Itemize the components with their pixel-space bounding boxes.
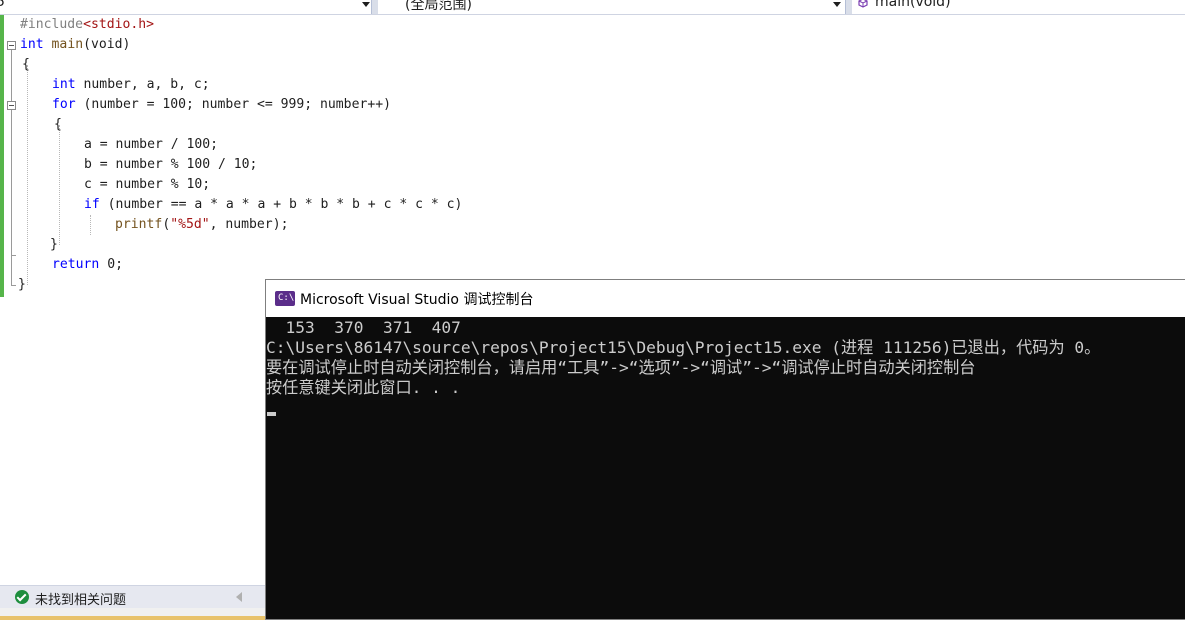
- function-name: main: [51, 37, 84, 52]
- console-line: 153 370 371 407: [266, 318, 461, 337]
- code-line-2: int main(void): [20, 35, 130, 55]
- editor-status-bar: 未找到相关问题: [0, 585, 265, 608]
- code-line-14: }: [18, 275, 26, 295]
- console-cursor: [267, 412, 276, 416]
- preprocessor-directive: #include: [20, 17, 84, 32]
- code-text: number, a, b, c;: [75, 77, 210, 92]
- chevron-down-icon: [833, 2, 841, 7]
- code-line-11: printf("%5d", number);: [115, 215, 288, 235]
- member-dropdown-label: main(void): [875, 0, 951, 10]
- code-text: (number = 100; number <= 999; number++): [75, 97, 391, 112]
- console-line: 要在调试停止时自动关闭控制台，请启用“工具”->“选项”->“调试”->“调试停…: [266, 358, 976, 377]
- console-title: Microsoft Visual Studio 调试控制台: [300, 292, 534, 308]
- code-text: (number == a * a * a + b * b * b + c * c…: [99, 197, 463, 212]
- indent-guide: [27, 65, 28, 285]
- header-name: <stdio.h>: [83, 17, 155, 32]
- indent-guide: [59, 125, 60, 245]
- string-literal: "%5d": [170, 217, 210, 232]
- keyword: int: [20, 37, 44, 52]
- debug-console-window[interactable]: C:\ Microsoft Visual Studio 调试控制台 153 37…: [265, 279, 1185, 620]
- code-line-4: int number, a, b, c;: [52, 75, 210, 95]
- code-text: , number);: [209, 217, 289, 232]
- code-text: }: [18, 277, 26, 292]
- check-circle-icon: [15, 590, 29, 604]
- outline-line: [11, 50, 12, 286]
- navigation-bar: 5 (全局范围) main(void): [0, 0, 1185, 15]
- code-line-1: #include<stdio.h>: [20, 15, 154, 35]
- code-line-7: a = number / 100;: [84, 135, 218, 155]
- console-line: 按任意键关闭此窗口. . .: [266, 378, 461, 397]
- code-editor[interactable]: #include<stdio.h> int main(void) { int n…: [0, 15, 1185, 297]
- indent-guide: [90, 215, 91, 235]
- code-text: a = number / 100;: [84, 137, 219, 152]
- bottom-accent-bar: [0, 616, 265, 620]
- outline-tick: [11, 255, 16, 256]
- code-line-13: return 0;: [52, 255, 123, 275]
- console-output[interactable]: 153 370 371 407 C:\Users\86147\source\re…: [266, 317, 1185, 621]
- keyword: if: [84, 197, 100, 212]
- code-line-5: for (number = 100; number <= 999; number…: [52, 95, 391, 115]
- console-line: C:\Users\86147\source\repos\Project15\De…: [266, 338, 1101, 357]
- scope-dropdown[interactable]: (全局范围): [378, 0, 846, 14]
- project-dropdown-label: 5: [0, 0, 5, 10]
- code-text: c = number % 10;: [84, 177, 211, 192]
- code-line-3: {: [22, 55, 30, 75]
- keyword: for: [52, 97, 76, 112]
- code-line-10: if (number == a * a * a + b * b * b + c …: [84, 195, 462, 215]
- code-line-9: c = number % 10;: [84, 175, 210, 195]
- keyword: int: [52, 77, 76, 92]
- code-text: }: [50, 237, 58, 252]
- code-text: (void): [83, 37, 131, 52]
- console-app-icon: C:\: [275, 291, 295, 306]
- code-line-6: {: [54, 115, 62, 135]
- member-dropdown[interactable]: main(void): [852, 0, 1185, 14]
- collapse-for-icon[interactable]: [7, 101, 16, 110]
- project-dropdown[interactable]: 5: [0, 0, 372, 14]
- console-title-bar[interactable]: C:\ Microsoft Visual Studio 调试控制台: [266, 280, 1185, 317]
- code-line-8: b = number % 100 / 10;: [84, 155, 257, 175]
- keyword: return: [52, 257, 100, 272]
- console-icon-text: C:\: [278, 293, 295, 303]
- outline-tick: [11, 285, 16, 286]
- collapse-main-icon[interactable]: [7, 41, 16, 50]
- code-text: b = number % 100 / 10;: [84, 157, 258, 172]
- code-text: {: [22, 57, 30, 72]
- method-cube-icon: [858, 0, 868, 8]
- code-line-12: }: [50, 235, 58, 255]
- code-text: 0;: [99, 257, 123, 272]
- code-text: {: [54, 117, 62, 132]
- scroll-left-icon[interactable]: [236, 592, 242, 602]
- issues-status[interactable]: 未找到相关问题: [35, 589, 126, 608]
- scope-dropdown-label: (全局范围): [405, 0, 472, 13]
- change-tracking-bar: [0, 15, 4, 297]
- function-name: printf: [115, 217, 163, 232]
- chevron-down-icon: [362, 2, 370, 7]
